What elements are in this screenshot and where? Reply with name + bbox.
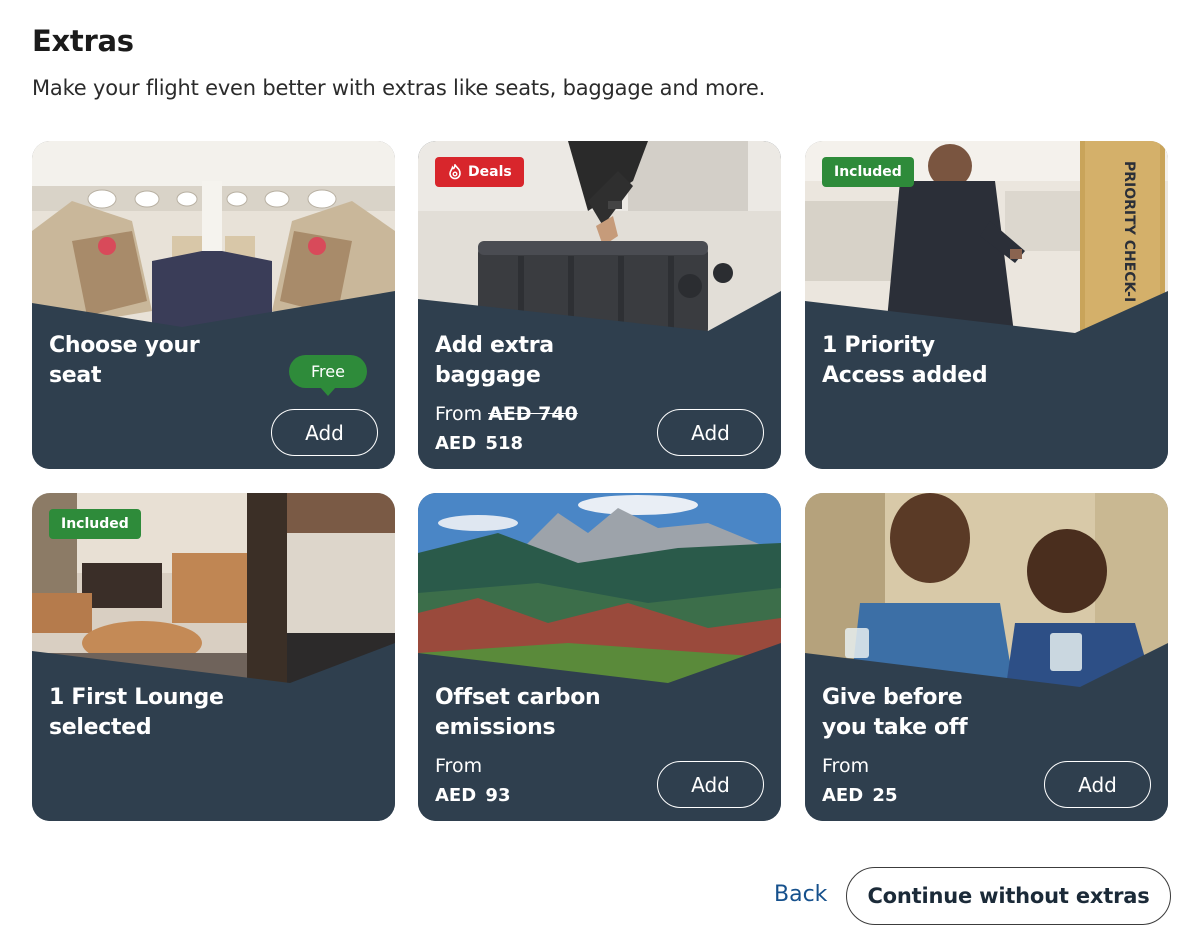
price-from: From [822, 755, 870, 777]
deal-icon [449, 164, 461, 180]
page-subtitle: Make your flight even better with extras… [32, 76, 766, 100]
price-value: AED 93 [435, 785, 511, 806]
card-title: Add extra baggage [435, 333, 554, 388]
price-value: AED 25 [822, 785, 898, 806]
free-tag: Free [289, 355, 367, 396]
add-baggage-button[interactable]: Add [657, 409, 764, 456]
card-title: Give before you take off [822, 685, 968, 740]
card-panel [805, 141, 1168, 469]
price-from: From AED 740 [435, 403, 578, 425]
add-seat-button[interactable]: Add [271, 409, 378, 456]
card-title: 1 First Lounge selected [49, 685, 224, 740]
charity-card[interactable]: Give before you take off From AED 25 Add [805, 493, 1168, 821]
carbon-offset-card[interactable]: Offset carbon emissions From AED 93 Add [418, 493, 781, 821]
card-title: 1 Priority Access added [822, 333, 988, 388]
old-price: AED 740 [488, 403, 578, 425]
first-lounge-card[interactable]: Included 1 First Lounge selected [32, 493, 395, 821]
page-title: Extras [32, 24, 134, 58]
included-badge: Included [49, 509, 141, 539]
add-carbon-offset-button[interactable]: Add [657, 761, 764, 808]
price-value: AED 518 [435, 433, 524, 454]
deals-badge: Deals [435, 157, 524, 187]
priority-access-card[interactable]: PRIORITY CHECK-I Included 1 Priority Acc… [805, 141, 1168, 469]
seat-card[interactable]: Choose your seat Free Add [32, 141, 395, 469]
card-title: Choose your seat [49, 333, 200, 388]
card-title: Offset carbon emissions [435, 685, 601, 740]
add-donation-button[interactable]: Add [1044, 761, 1151, 808]
card-panel [32, 493, 395, 821]
continue-without-extras-button[interactable]: Continue without extras [846, 867, 1171, 925]
included-badge: Included [822, 157, 914, 187]
price-from: From [435, 755, 483, 777]
baggage-card[interactable]: Deals Add extra baggage From AED 740 AED … [418, 141, 781, 469]
back-link[interactable]: Back [774, 882, 827, 907]
